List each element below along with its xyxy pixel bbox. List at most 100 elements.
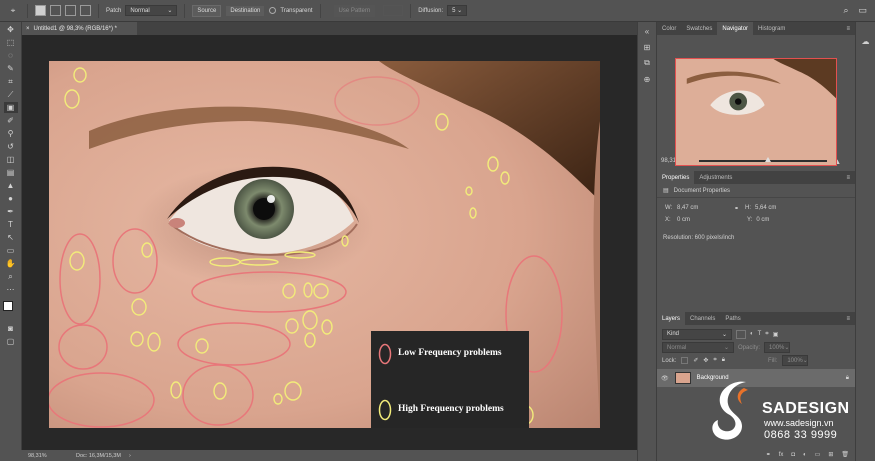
zoom-tool-icon[interactable]: ⌕ (4, 271, 18, 282)
w-value[interactable]: 8,47 cm (677, 205, 734, 211)
high-frequency-marker (130, 331, 144, 347)
clone-stamp-tool-icon[interactable]: ⚲ (4, 128, 18, 139)
eyedropper-tool-icon[interactable]: ⟋ (4, 89, 18, 100)
tab-navigator[interactable]: Navigator (717, 22, 754, 35)
hand-tool-icon[interactable]: ✋ (4, 258, 18, 269)
color-swatches[interactable] (0, 297, 22, 321)
layer-filter-select[interactable]: Kind ⌄ (662, 328, 732, 340)
tab-paths[interactable]: Paths (720, 312, 745, 325)
high-frequency-marker (209, 257, 241, 267)
properties-menu-icon[interactable]: ≡ (846, 175, 850, 181)
x-value[interactable]: 0 cm (677, 217, 734, 223)
high-frequency-marker (284, 251, 316, 259)
marquee-tool-icon[interactable]: ⬚ (4, 37, 18, 48)
lasso-tool-icon[interactable]: ◌ (4, 50, 18, 61)
high-frequency-label: High Frequency problems (398, 404, 504, 414)
high-frequency-marker (141, 242, 153, 258)
canvas-area[interactable]: Low Frequency problems High Frequency pr… (22, 35, 637, 450)
tab-histogram[interactable]: Histogram (753, 22, 790, 35)
quick-mask-icon[interactable]: ◙ (4, 323, 18, 334)
move-tool-icon[interactable]: ✥ (4, 24, 18, 35)
source-button[interactable]: Source (192, 4, 222, 17)
brush-tool-icon[interactable]: ✐ (4, 115, 18, 126)
use-pattern-button[interactable]: Use Pattern (333, 4, 376, 17)
fill-input[interactable]: 100% ⌄ (782, 355, 809, 366)
tab-color[interactable]: Color (657, 22, 681, 35)
high-frequency-marker (465, 186, 473, 196)
patch-tool-preset-icon[interactable]: ⌖ (6, 5, 20, 16)
screen-mode-icon[interactable]: ▢ (4, 336, 18, 347)
history-brush-tool-icon[interactable]: ↺ (4, 141, 18, 152)
path-selection-tool-icon[interactable]: ↖ (4, 232, 18, 243)
new-selection-icon[interactable] (35, 5, 46, 16)
lock-image-icon[interactable]: ✐ (693, 357, 698, 364)
filter-pixel-icon[interactable] (736, 329, 746, 339)
subtract-from-selection-icon[interactable] (65, 5, 76, 16)
transparent-checkbox[interactable] (269, 7, 277, 14)
patch-mode-select[interactable]: Normal ⌄ (125, 5, 178, 16)
zoom-slider-handle[interactable] (765, 157, 772, 162)
high-frequency-marker (213, 382, 227, 400)
pen-tool-icon[interactable]: ✒ (4, 206, 18, 217)
filter-adjustment-icon[interactable]: ◐ (750, 331, 754, 337)
status-menu-icon[interactable]: › (129, 453, 131, 459)
workspace-icon[interactable]: ▭ (858, 5, 867, 16)
collapse-icon[interactable]: « (642, 26, 652, 36)
zoom-readout[interactable]: 98,31% (28, 453, 76, 459)
diffusion-select[interactable]: 5 ⌄ (447, 5, 468, 16)
navigator-thumbnail[interactable] (675, 58, 837, 166)
type-tool-icon[interactable]: T (4, 219, 18, 230)
eraser-tool-icon[interactable]: ◫ (4, 154, 18, 165)
opacity-input[interactable]: 100% ⌄ (764, 342, 791, 353)
low-frequency-legend-swatch (378, 343, 392, 365)
document-tab[interactable]: × Untitled1 @ 98,3% (RGB/16*) * (22, 22, 137, 35)
tab-adjustments[interactable]: Adjustments (694, 171, 737, 184)
blend-mode-select[interactable]: Normal ⌄ (662, 342, 734, 353)
destination-button[interactable]: Destination (225, 4, 266, 17)
high-frequency-marker (273, 393, 283, 405)
dodge-tool-icon[interactable]: ● (4, 193, 18, 204)
more-tools-icon[interactable]: ⋯ (4, 284, 18, 295)
filter-smart-icon[interactable]: ▣ (773, 331, 779, 338)
document-tab-bar: × Untitled1 @ 98,3% (RGB/16*) * (22, 22, 637, 35)
crop-tool-icon[interactable]: ⌗ (4, 76, 18, 87)
high-frequency-marker (302, 310, 318, 330)
tab-layers[interactable]: Layers (657, 312, 686, 325)
low-frequency-marker (49, 372, 155, 428)
creative-cloud-icon[interactable]: ☁ (861, 36, 871, 46)
zoom-slider[interactable] (699, 157, 828, 162)
foreground-color-swatch[interactable] (3, 301, 13, 311)
filter-type-icon[interactable]: T (758, 331, 762, 337)
lock-artboard-icon[interactable]: ⌗ (713, 357, 716, 364)
navigator-view-box[interactable] (675, 58, 837, 166)
filter-shape-icon[interactable]: ⌗ (765, 331, 768, 338)
tab-channels[interactable]: Channels (685, 312, 720, 325)
add-to-selection-icon[interactable] (50, 5, 61, 16)
history-panel-icon[interactable]: ⊞ (642, 42, 652, 52)
properties-heading-row: ▤ Document Properties (657, 184, 855, 198)
y-value[interactable]: 0 cm (756, 217, 769, 223)
close-tab-icon[interactable]: × (26, 26, 30, 32)
intersect-selection-icon[interactable] (80, 5, 91, 16)
clone-source-panel-icon[interactable]: ⧉ (642, 58, 652, 68)
lock-position-icon[interactable]: ✥ (703, 357, 708, 364)
tab-swatches[interactable]: Swatches (681, 22, 717, 35)
layers-menu-icon[interactable]: ≡ (846, 316, 850, 322)
lock-pixels-icon[interactable] (681, 357, 689, 364)
doc-size-info[interactable]: Doc: 16,3M/15,3M (76, 453, 121, 459)
patch-tool-icon[interactable]: ▣ (3, 102, 18, 113)
tab-properties[interactable]: Properties (657, 171, 695, 184)
transparent-label: Transparent (280, 7, 313, 14)
link-dimensions-icon[interactable]: ⚭ (734, 205, 739, 212)
visibility-eye-icon[interactable]: 👁︎ (661, 375, 669, 382)
panel-menu-icon[interactable]: ≡ (846, 26, 850, 32)
rectangle-tool-icon[interactable]: ▭ (4, 245, 18, 256)
pattern-picker-icon[interactable] (383, 5, 404, 16)
gradient-tool-icon[interactable]: ▤ (4, 167, 18, 178)
h-value[interactable]: 5,64 cm (755, 205, 776, 211)
actions-panel-icon[interactable]: ⊕ (642, 74, 652, 84)
blur-tool-icon[interactable]: ▲ (4, 180, 18, 191)
lock-all-icon[interactable]: 🔒︎ (722, 357, 725, 364)
quick-selection-tool-icon[interactable]: ✎ (4, 63, 18, 74)
search-icon[interactable]: ⌕ (843, 5, 848, 16)
